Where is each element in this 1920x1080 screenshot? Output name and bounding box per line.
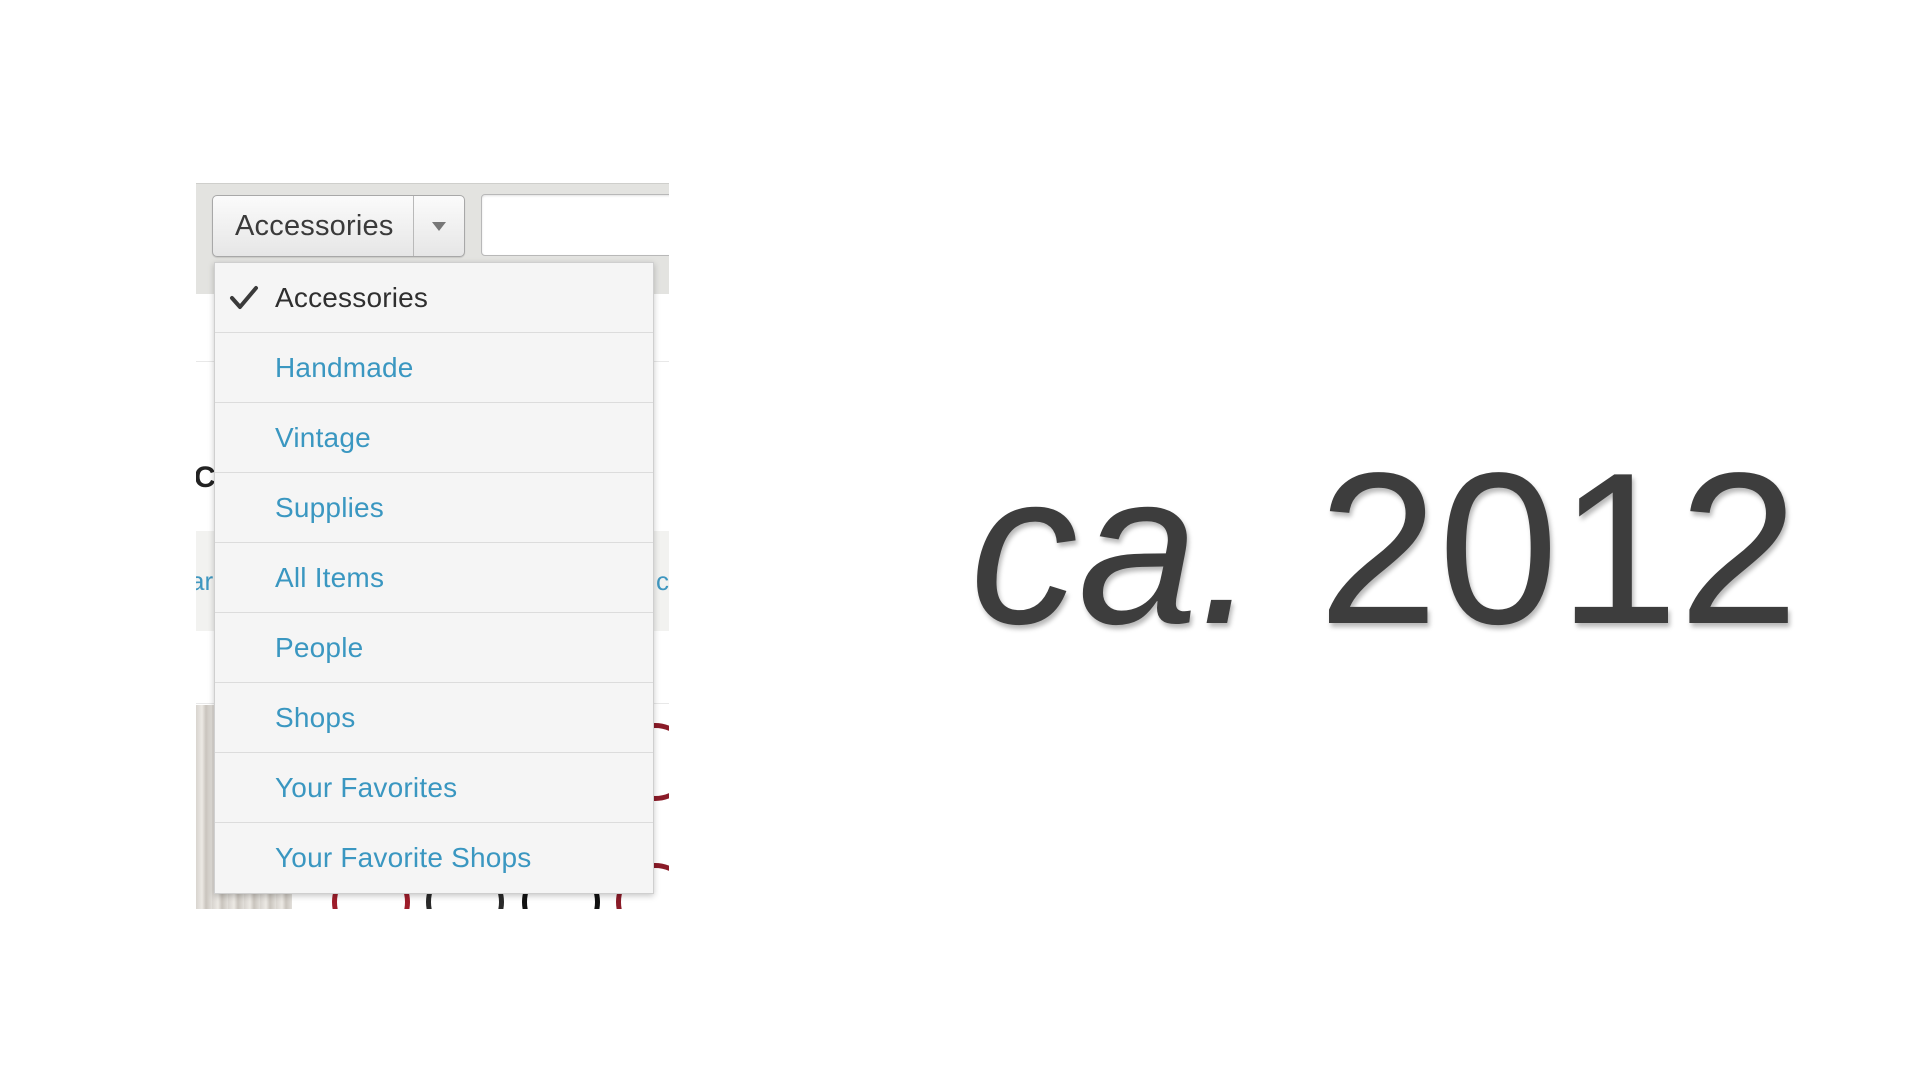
menu-item-vintage[interactable]: Vintage: [215, 403, 653, 473]
menu-item-supplies[interactable]: Supplies: [215, 473, 653, 543]
menu-item-all-items[interactable]: All Items: [215, 543, 653, 613]
category-select-button[interactable]: Accessories: [212, 195, 465, 257]
caption-year: 2012: [1318, 427, 1799, 669]
search-input[interactable]: [481, 194, 669, 256]
checkmark-icon: [230, 286, 258, 309]
menu-item-your-favorite-shops[interactable]: Your Favorite Shops: [215, 823, 653, 893]
menu-item-label: All Items: [275, 561, 385, 593]
menu-item-people[interactable]: People: [215, 613, 653, 683]
menu-item-shops[interactable]: Shops: [215, 683, 653, 753]
menu-item-label: People: [275, 631, 364, 663]
slide: C ar c Accessories Accessories Handmade …: [0, 0, 1920, 1080]
caption-prefix: ca.: [970, 427, 1259, 669]
menu-item-label: Supplies: [275, 491, 385, 523]
category-dropdown-menu: Accessories Handmade Vintage Supplies Al…: [214, 262, 654, 894]
menu-item-label: Shops: [275, 701, 356, 733]
menu-item-your-favorites[interactable]: Your Favorites: [215, 753, 653, 823]
page-heading-fragment: C: [196, 461, 216, 494]
page-tab-fragment-right[interactable]: c: [656, 566, 669, 597]
slide-caption: ca. 2012: [970, 440, 1799, 656]
screenshot-crop: C ar c Accessories Accessories Handmade …: [196, 183, 669, 909]
category-select-label: Accessories: [235, 209, 394, 242]
chevron-down-icon[interactable]: [414, 220, 464, 232]
menu-item-label: Your Favorites: [275, 771, 458, 803]
menu-item-accessories[interactable]: Accessories: [215, 263, 653, 333]
menu-item-handmade[interactable]: Handmade: [215, 333, 653, 403]
menu-item-label: Vintage: [275, 421, 371, 453]
menu-item-label: Handmade: [275, 351, 414, 383]
menu-item-label: Your Favorite Shops: [275, 842, 532, 873]
page-tab-fragment-left[interactable]: ar: [196, 566, 213, 597]
